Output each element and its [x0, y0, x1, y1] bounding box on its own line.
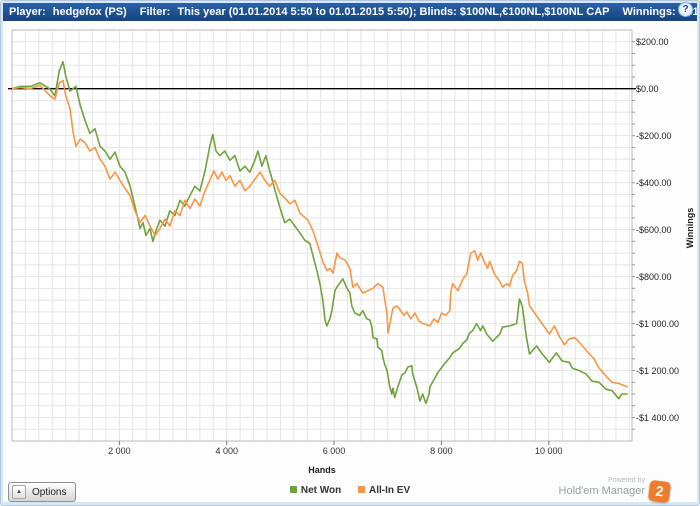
y-axis-title: Winnings: [685, 207, 695, 249]
title-bar: Player: hedgefox (PS) Filter: This year …: [3, 3, 697, 21]
x-tick-label: 8 000: [430, 446, 453, 456]
all-in-ev-swatch-icon: [358, 485, 366, 493]
player-value: hedgefox (PS): [52, 6, 127, 18]
legend-label-all-in-ev: All-In EV: [369, 485, 411, 496]
hm2-graph-window: Player: hedgefox (PS) Filter: This year …: [0, 0, 700, 506]
x-tick-label: 4 000: [215, 446, 238, 456]
brand-name: Hold'em Manager: [558, 485, 645, 497]
net-won-swatch-icon: [289, 485, 297, 493]
filter-value: This year (01.01.2014 5:50 to 01.01.2015…: [177, 6, 610, 18]
help-icon[interactable]: ?: [678, 2, 693, 17]
powered-by-text: Powered by: [608, 477, 645, 484]
x-tick-label: 2 000: [108, 446, 131, 456]
x-tick-label: 10 000: [535, 446, 563, 456]
hm2-logo-icon: 2: [647, 479, 672, 504]
x-tick-label: 6 000: [322, 446, 346, 456]
filter-label: Filter:: [139, 6, 171, 18]
winnings-label: Winnings:: [622, 6, 676, 18]
legend-item-net-won: Net Won: [289, 485, 342, 496]
legend-label-net-won: Net Won: [300, 485, 342, 496]
legend-item-all-in-ev: All-In EV: [358, 485, 410, 496]
player-label: Player:: [9, 6, 46, 18]
x-axis-title: Hands: [308, 465, 336, 475]
x-axis-labels: 2 000 4 000 6 000 8 000 10 000: [0, 446, 700, 458]
chart-plot[interactable]: [6, 24, 638, 447]
